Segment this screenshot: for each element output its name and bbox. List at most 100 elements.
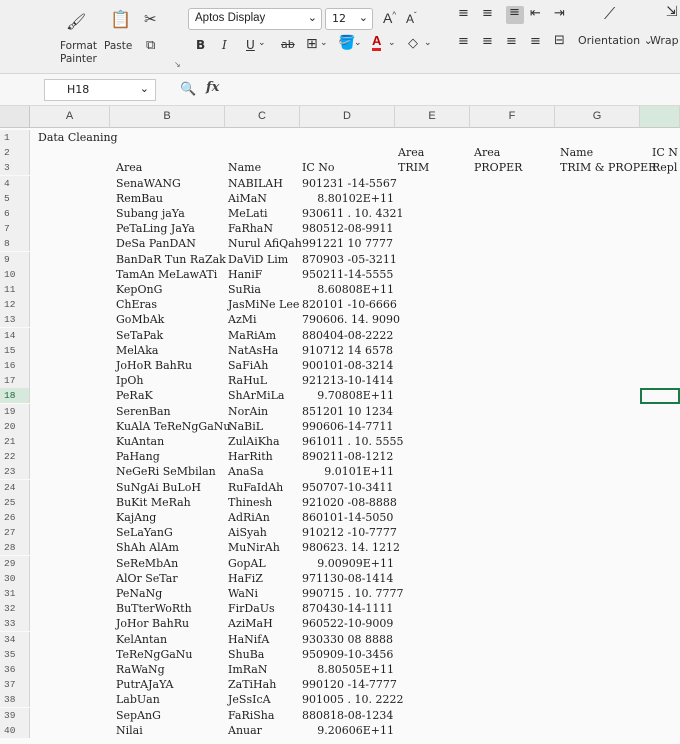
row-header[interactable]: 6: [0, 206, 30, 221]
cell-c33[interactable]: AziMaH: [228, 616, 273, 631]
cell-d14[interactable]: 880404-08-2222: [302, 328, 393, 343]
chevron-down-icon[interactable]: ⌄: [320, 38, 328, 48]
row-header[interactable]: 26: [0, 510, 30, 525]
cell-c21[interactable]: ZulAiKha: [228, 434, 280, 449]
column-header-c[interactable]: C: [225, 106, 300, 128]
cell-d39[interactable]: 880818-08-1234: [302, 708, 393, 723]
cell-b3[interactable]: Area: [116, 160, 142, 175]
cell-c31[interactable]: WaNi: [228, 586, 258, 601]
cell-e3[interactable]: TRIM: [398, 160, 429, 175]
row-header[interactable]: 29: [0, 555, 30, 571]
merge-icon[interactable]: ⊟: [554, 33, 565, 48]
align-left-icon[interactable]: ≡: [458, 34, 469, 49]
cell-a1[interactable]: Data Cleaning: [38, 130, 118, 145]
row-header[interactable]: 32: [0, 601, 30, 617]
cell-d28[interactable]: 980623. 14. 1212: [302, 540, 400, 555]
cell-b20[interactable]: KuAlA TeReNgGaNu: [116, 419, 230, 434]
cell-d18[interactable]: 9.70808E+11: [300, 388, 394, 403]
cell-c16[interactable]: SaFiAh: [228, 358, 268, 373]
align-top-icon[interactable]: ≡: [458, 6, 469, 21]
chevron-down-icon[interactable]: ⌄: [354, 38, 362, 48]
cell-d30[interactable]: 971130-08-1414: [302, 571, 393, 586]
clear-format-icon[interactable]: ◇: [408, 36, 418, 51]
cell-b6[interactable]: Subang jaYa: [116, 206, 185, 221]
cell-d38[interactable]: 901005 . 10. 2222: [302, 692, 403, 707]
paste-icon[interactable]: 📋: [110, 10, 131, 30]
cell-c19[interactable]: NorAin: [228, 404, 268, 419]
cell-b4[interactable]: SenaWANG: [116, 176, 181, 191]
cell-c30[interactable]: HaFiZ: [228, 571, 263, 586]
cell-d24[interactable]: 950707-10-3411: [302, 480, 393, 495]
cell-b10[interactable]: TamAn MeLawATi: [116, 267, 217, 282]
cell-d13[interactable]: 790606. 14. 9090: [302, 312, 400, 327]
wrap-text-icon[interactable]: ⇲: [666, 4, 678, 20]
cell-b27[interactable]: SeLaYanG: [116, 525, 173, 540]
cell-b17[interactable]: IpOh: [116, 373, 144, 388]
cell-b14[interactable]: SeTaPak: [116, 328, 163, 343]
spreadsheet-grid[interactable]: A B C D E F G 1 Data Cleaning 2 Area Area Name IC N 3 A…: [0, 106, 680, 744]
cell-c37[interactable]: ZaTiHah: [228, 677, 276, 692]
active-cell-outline[interactable]: [640, 388, 680, 405]
cell-d29[interactable]: 9.00909E+11: [300, 556, 394, 571]
shrink-font-button[interactable]: Aˇ: [406, 11, 417, 26]
cell-d6[interactable]: 930611 . 10. 4321: [302, 206, 403, 221]
cell-c6[interactable]: MeLati: [228, 206, 268, 221]
cell-b28[interactable]: ShAh AlAm: [116, 540, 179, 555]
name-box[interactable]: H18 ⌄: [44, 79, 156, 101]
row-header[interactable]: 33: [0, 616, 30, 632]
cell-b24[interactable]: SuNgAi BuLoH: [116, 480, 201, 495]
cell-b36[interactable]: RaWaNg: [116, 662, 165, 677]
cell-g3[interactable]: TRIM & PROPER: [560, 160, 656, 175]
row-header[interactable]: 15: [0, 342, 30, 358]
cell-g2[interactable]: Name: [560, 145, 593, 160]
cell-d15[interactable]: 910712 14 6578: [302, 343, 393, 358]
cell-d22[interactable]: 890211-08-1212: [302, 449, 393, 464]
cell-d27[interactable]: 910212 -10-7777: [302, 525, 397, 540]
column-header-d[interactable]: D: [300, 106, 395, 128]
cell-d19[interactable]: 851201 10 1234: [302, 404, 393, 419]
cell-b38[interactable]: LabUan: [116, 692, 160, 707]
orientation-button[interactable]: Orientation ⌄: [578, 34, 653, 47]
cell-c27[interactable]: AiSyah: [228, 525, 267, 540]
cell-d9[interactable]: 870903 -05-3211: [302, 252, 397, 267]
chevron-down-icon[interactable]: ⌄: [424, 38, 432, 48]
cell-c40[interactable]: Anuar: [228, 723, 262, 738]
cell-b18[interactable]: PeRaK: [116, 388, 153, 403]
column-header-b[interactable]: B: [110, 106, 225, 128]
row-header[interactable]: 35: [0, 646, 30, 662]
column-header-e[interactable]: E: [395, 106, 470, 128]
format-painter-icon[interactable]: 🖌: [66, 12, 86, 31]
cell-c39[interactable]: FaRiSha: [228, 708, 274, 723]
row-header[interactable]: 16: [0, 358, 30, 373]
cell-d20[interactable]: 990606-14-7711: [302, 419, 393, 434]
cell-d4[interactable]: 901231 -14-5567: [302, 176, 397, 191]
cell-c32[interactable]: FirDaUs: [228, 601, 275, 616]
cell-c23[interactable]: AnaSa: [228, 464, 264, 479]
row-header[interactable]: 19: [0, 403, 30, 419]
row-header[interactable]: 3: [0, 160, 30, 176]
borders-icon[interactable]: ⊞: [306, 36, 318, 52]
cell-b30[interactable]: AlOr SeTar: [116, 571, 178, 586]
row-header[interactable]: 38: [0, 692, 30, 708]
row-header[interactable]: 28: [0, 540, 30, 556]
cell-c8[interactable]: Nurul AfiQah: [228, 236, 302, 251]
cell-b21[interactable]: KuAntan: [116, 434, 164, 449]
row-header[interactable]: 39: [0, 707, 30, 723]
cell-c5[interactable]: AiMaN: [228, 191, 267, 206]
cell-b11[interactable]: KepOnG: [116, 282, 162, 297]
cell-c36[interactable]: ImRaN: [228, 662, 268, 677]
cell-d25[interactable]: 921020 -08-8888: [302, 495, 397, 510]
grow-font-button[interactable]: A^: [383, 10, 396, 26]
row-header[interactable]: 31: [0, 586, 30, 601]
row-header[interactable]: 20: [0, 418, 30, 434]
cell-d12[interactable]: 820101 -10-6666: [302, 297, 397, 312]
row-header[interactable]: 21: [0, 434, 30, 449]
paste-button[interactable]: Paste: [104, 40, 132, 52]
cell-b26[interactable]: KajAng: [116, 510, 156, 525]
cell-d32[interactable]: 870430-14-1111: [302, 601, 393, 616]
fill-color-icon[interactable]: 🪣: [338, 35, 355, 51]
cell-b39[interactable]: SepAnG: [116, 708, 161, 723]
cell-d5[interactable]: 8.80102E+11: [300, 191, 394, 206]
strikethrough-button[interactable]: ab: [281, 38, 295, 51]
cell-d17[interactable]: 921213-10-1414: [302, 373, 393, 388]
